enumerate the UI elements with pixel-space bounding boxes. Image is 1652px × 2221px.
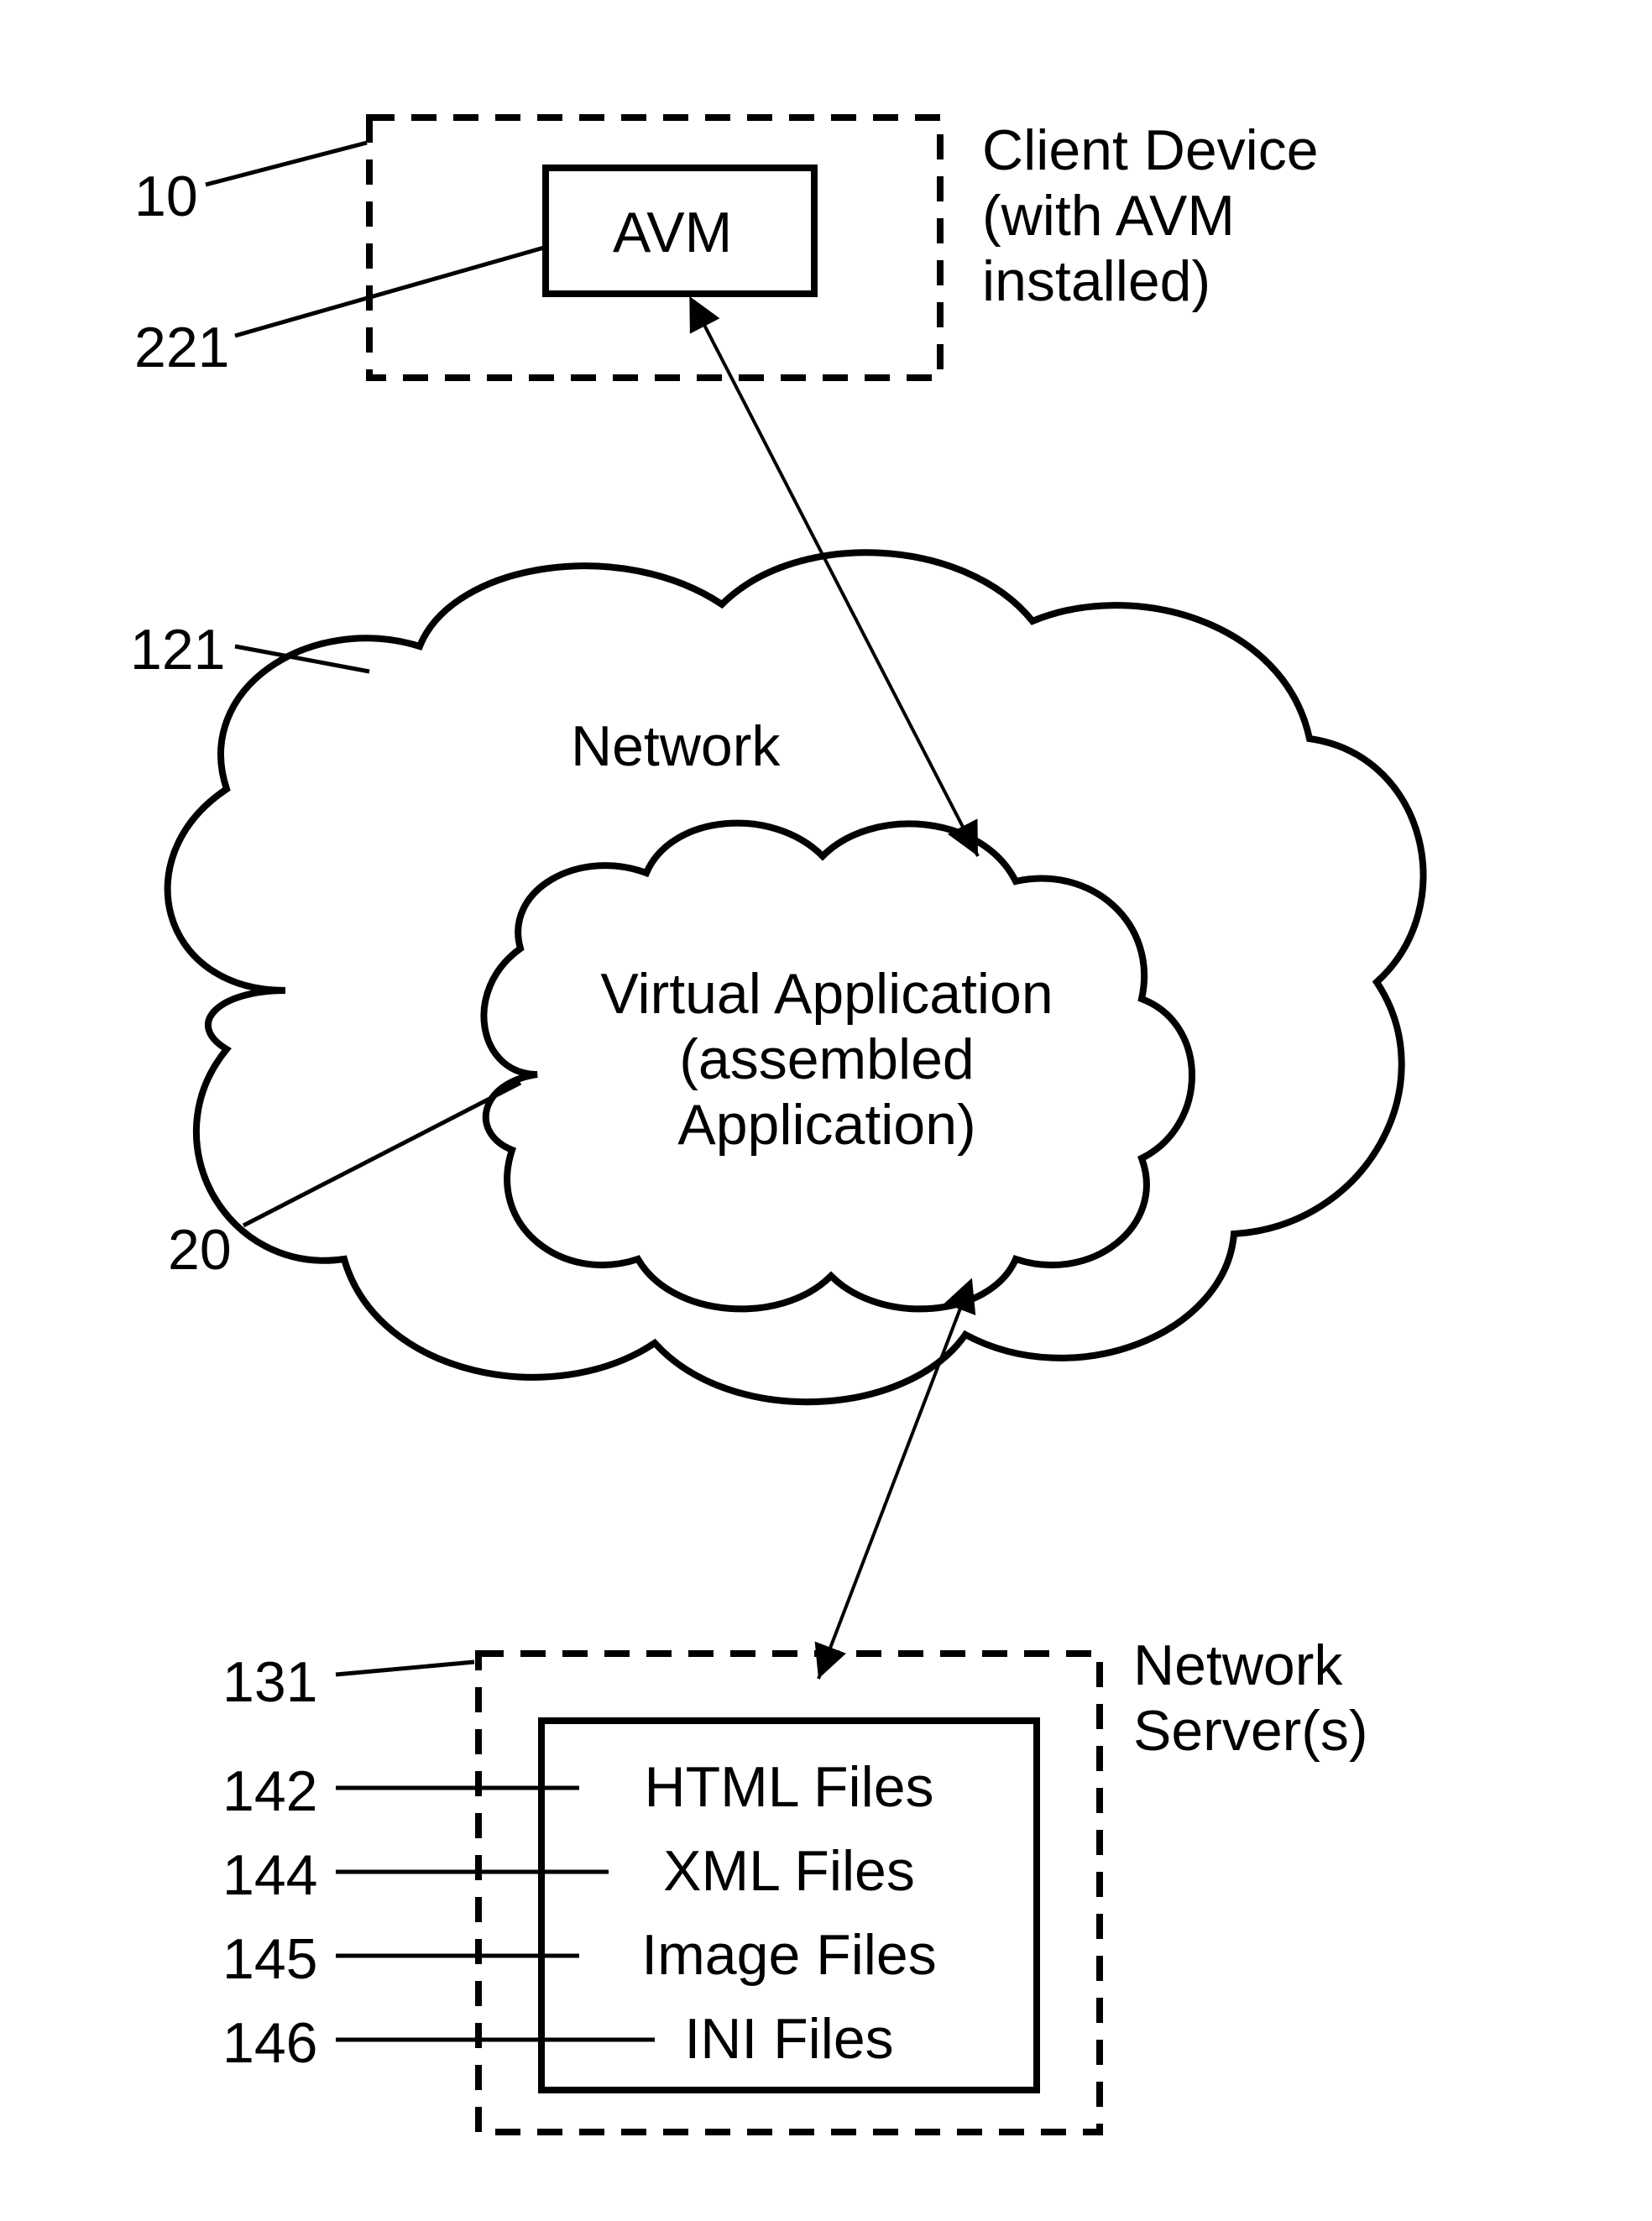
ref-20: 20	[168, 1217, 232, 1283]
ref-131: 131	[222, 1649, 317, 1715]
client-device-title-line3: installed)	[982, 249, 1210, 313]
ini-files-label: INI Files	[588, 2006, 991, 2072]
image-files-label: Image Files	[588, 1922, 991, 1988]
ref-line-20	[243, 1083, 520, 1225]
virtual-app-line1: Virtual Application	[600, 962, 1053, 1026]
client-device-title: Client Device (with AVM installed)	[982, 118, 1385, 315]
ref-line-10	[206, 143, 367, 185]
client-device-title-line2: (with AVM	[982, 184, 1235, 248]
server-title-line1: Network	[1133, 1633, 1342, 1697]
arrow-vapp-to-server	[818, 1284, 970, 1679]
ref-line-221	[235, 248, 544, 336]
ref-221: 221	[134, 315, 229, 380]
avm-label: AVM	[613, 200, 732, 265]
ref-line-131	[336, 1662, 474, 1675]
ref-146: 146	[222, 2010, 317, 2076]
network-label: Network	[571, 713, 780, 779]
ref-121: 121	[130, 617, 225, 682]
virtual-app-line3: Application)	[677, 1093, 975, 1157]
xml-files-label: XML Files	[588, 1838, 991, 1904]
html-files-label: HTML Files	[588, 1754, 991, 1820]
client-device-title-line1: Client Device	[982, 118, 1319, 182]
server-title-line2: Server(s)	[1133, 1699, 1368, 1763]
ref-142: 142	[222, 1759, 317, 1824]
ref-145: 145	[222, 1926, 317, 1992]
virtual-app-label: Virtual Application (assembled Applicati…	[546, 961, 1108, 1158]
ref-144: 144	[222, 1842, 317, 1908]
ref-10: 10	[134, 164, 198, 229]
server-title: Network Server(s)	[1133, 1633, 1469, 1764]
virtual-app-line2: (assembled	[679, 1027, 975, 1091]
